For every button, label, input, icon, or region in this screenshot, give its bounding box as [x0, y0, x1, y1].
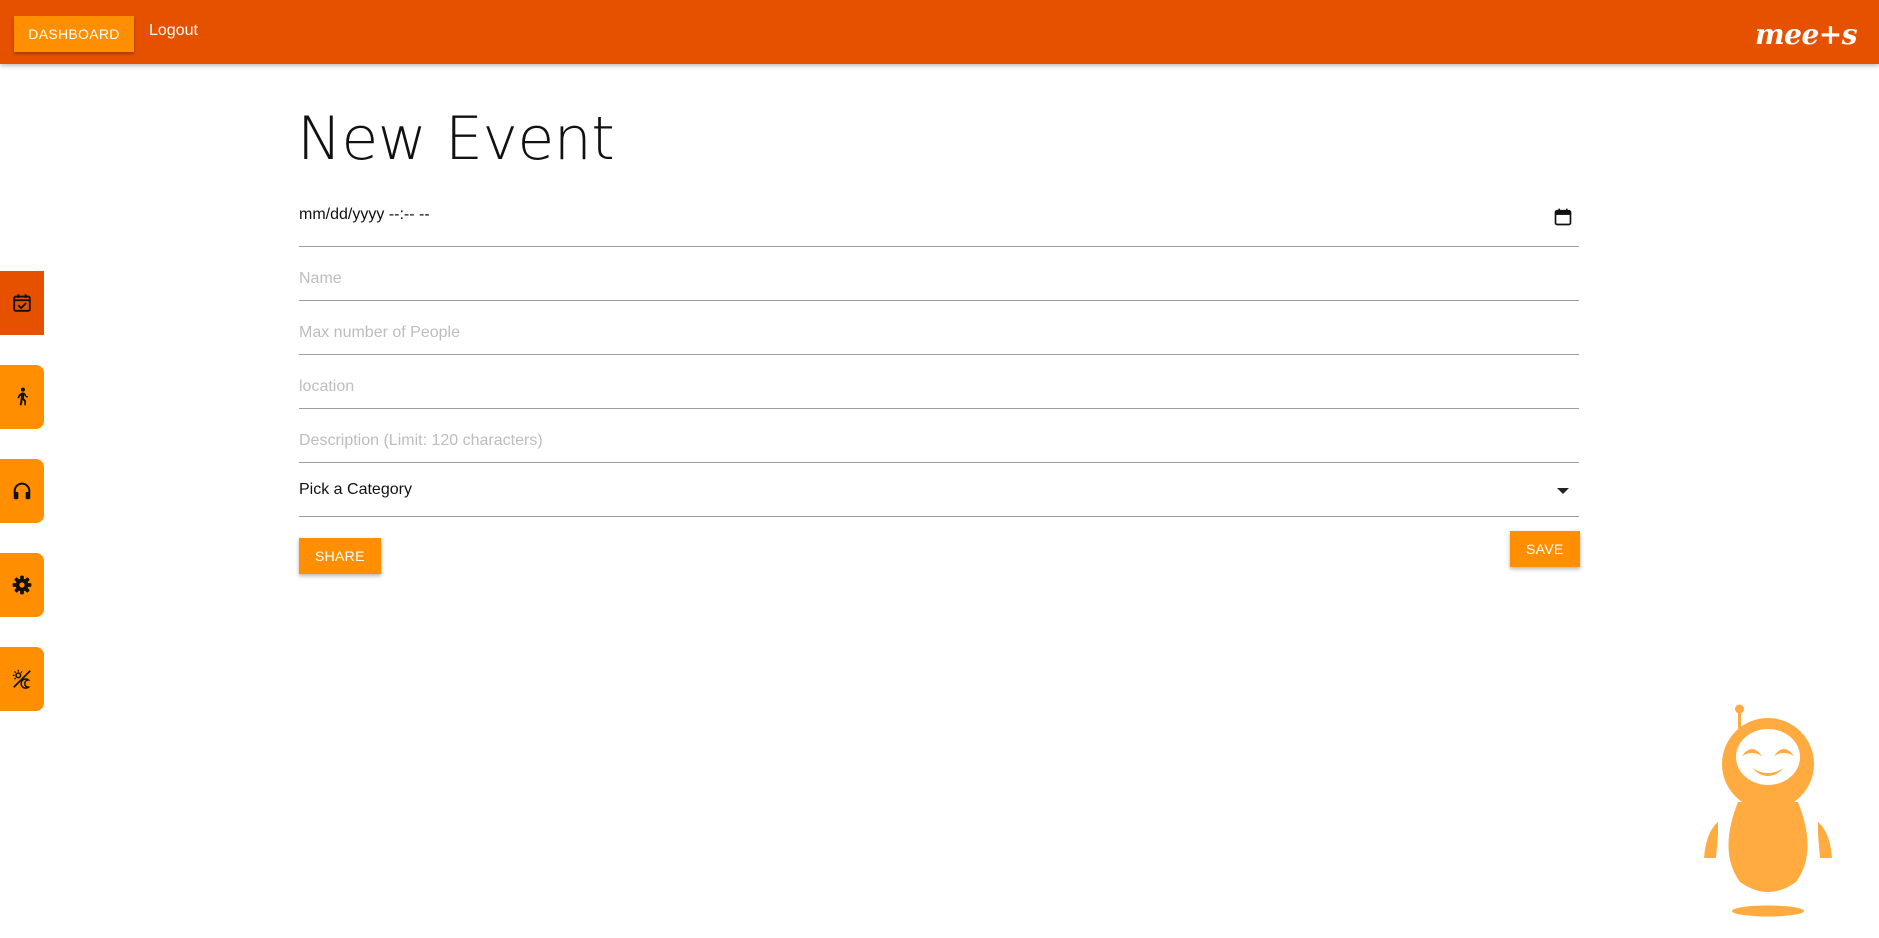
person-icon: [17, 387, 28, 406]
name-input[interactable]: [299, 262, 1539, 296]
logout-link[interactable]: Logout: [149, 22, 198, 40]
dashboard-button[interactable]: DASHBOARD: [14, 16, 134, 52]
gear-icon: [12, 575, 32, 595]
location-field-wrapper: [299, 356, 1579, 409]
description-input[interactable]: [299, 424, 1539, 458]
max-people-input[interactable]: [299, 316, 1539, 350]
datetime-field[interactable]: mm/dd/yyyy --:-- --: [299, 194, 1579, 247]
share-button[interactable]: SHARE: [299, 538, 381, 574]
page-title: New Event: [297, 104, 615, 174]
app-logo[interactable]: mee+s: [1755, 18, 1857, 51]
name-field-wrapper: [299, 248, 1579, 301]
datetime-input-value[interactable]: mm/dd/yyyy --:-- --: [299, 206, 430, 224]
category-select[interactable]: Pick a Category: [299, 464, 1579, 517]
description-field-wrapper: [299, 410, 1579, 463]
sidebar-item-support[interactable]: [0, 459, 44, 523]
sidebar-item-events[interactable]: [0, 271, 44, 335]
sidebar-item-theme[interactable]: [0, 647, 44, 711]
category-selected-value: Pick a Category: [299, 481, 412, 498]
location-input[interactable]: [299, 370, 1539, 404]
top-app-bar: DASHBOARD Logout mee+s: [0, 0, 1879, 64]
robot-mascot-icon: [1704, 704, 1832, 917]
calendar-icon[interactable]: [1553, 207, 1573, 227]
max-people-field-wrapper: [299, 302, 1579, 355]
chevron-down-icon: [1557, 488, 1569, 494]
save-button[interactable]: SAVE: [1510, 531, 1580, 567]
theme-toggle-icon: [12, 669, 31, 689]
sidebar-item-settings[interactable]: [0, 553, 44, 617]
sidebar-item-people[interactable]: [0, 365, 44, 429]
calendar-check-icon: [13, 294, 31, 312]
headphones-icon: [13, 482, 31, 500]
